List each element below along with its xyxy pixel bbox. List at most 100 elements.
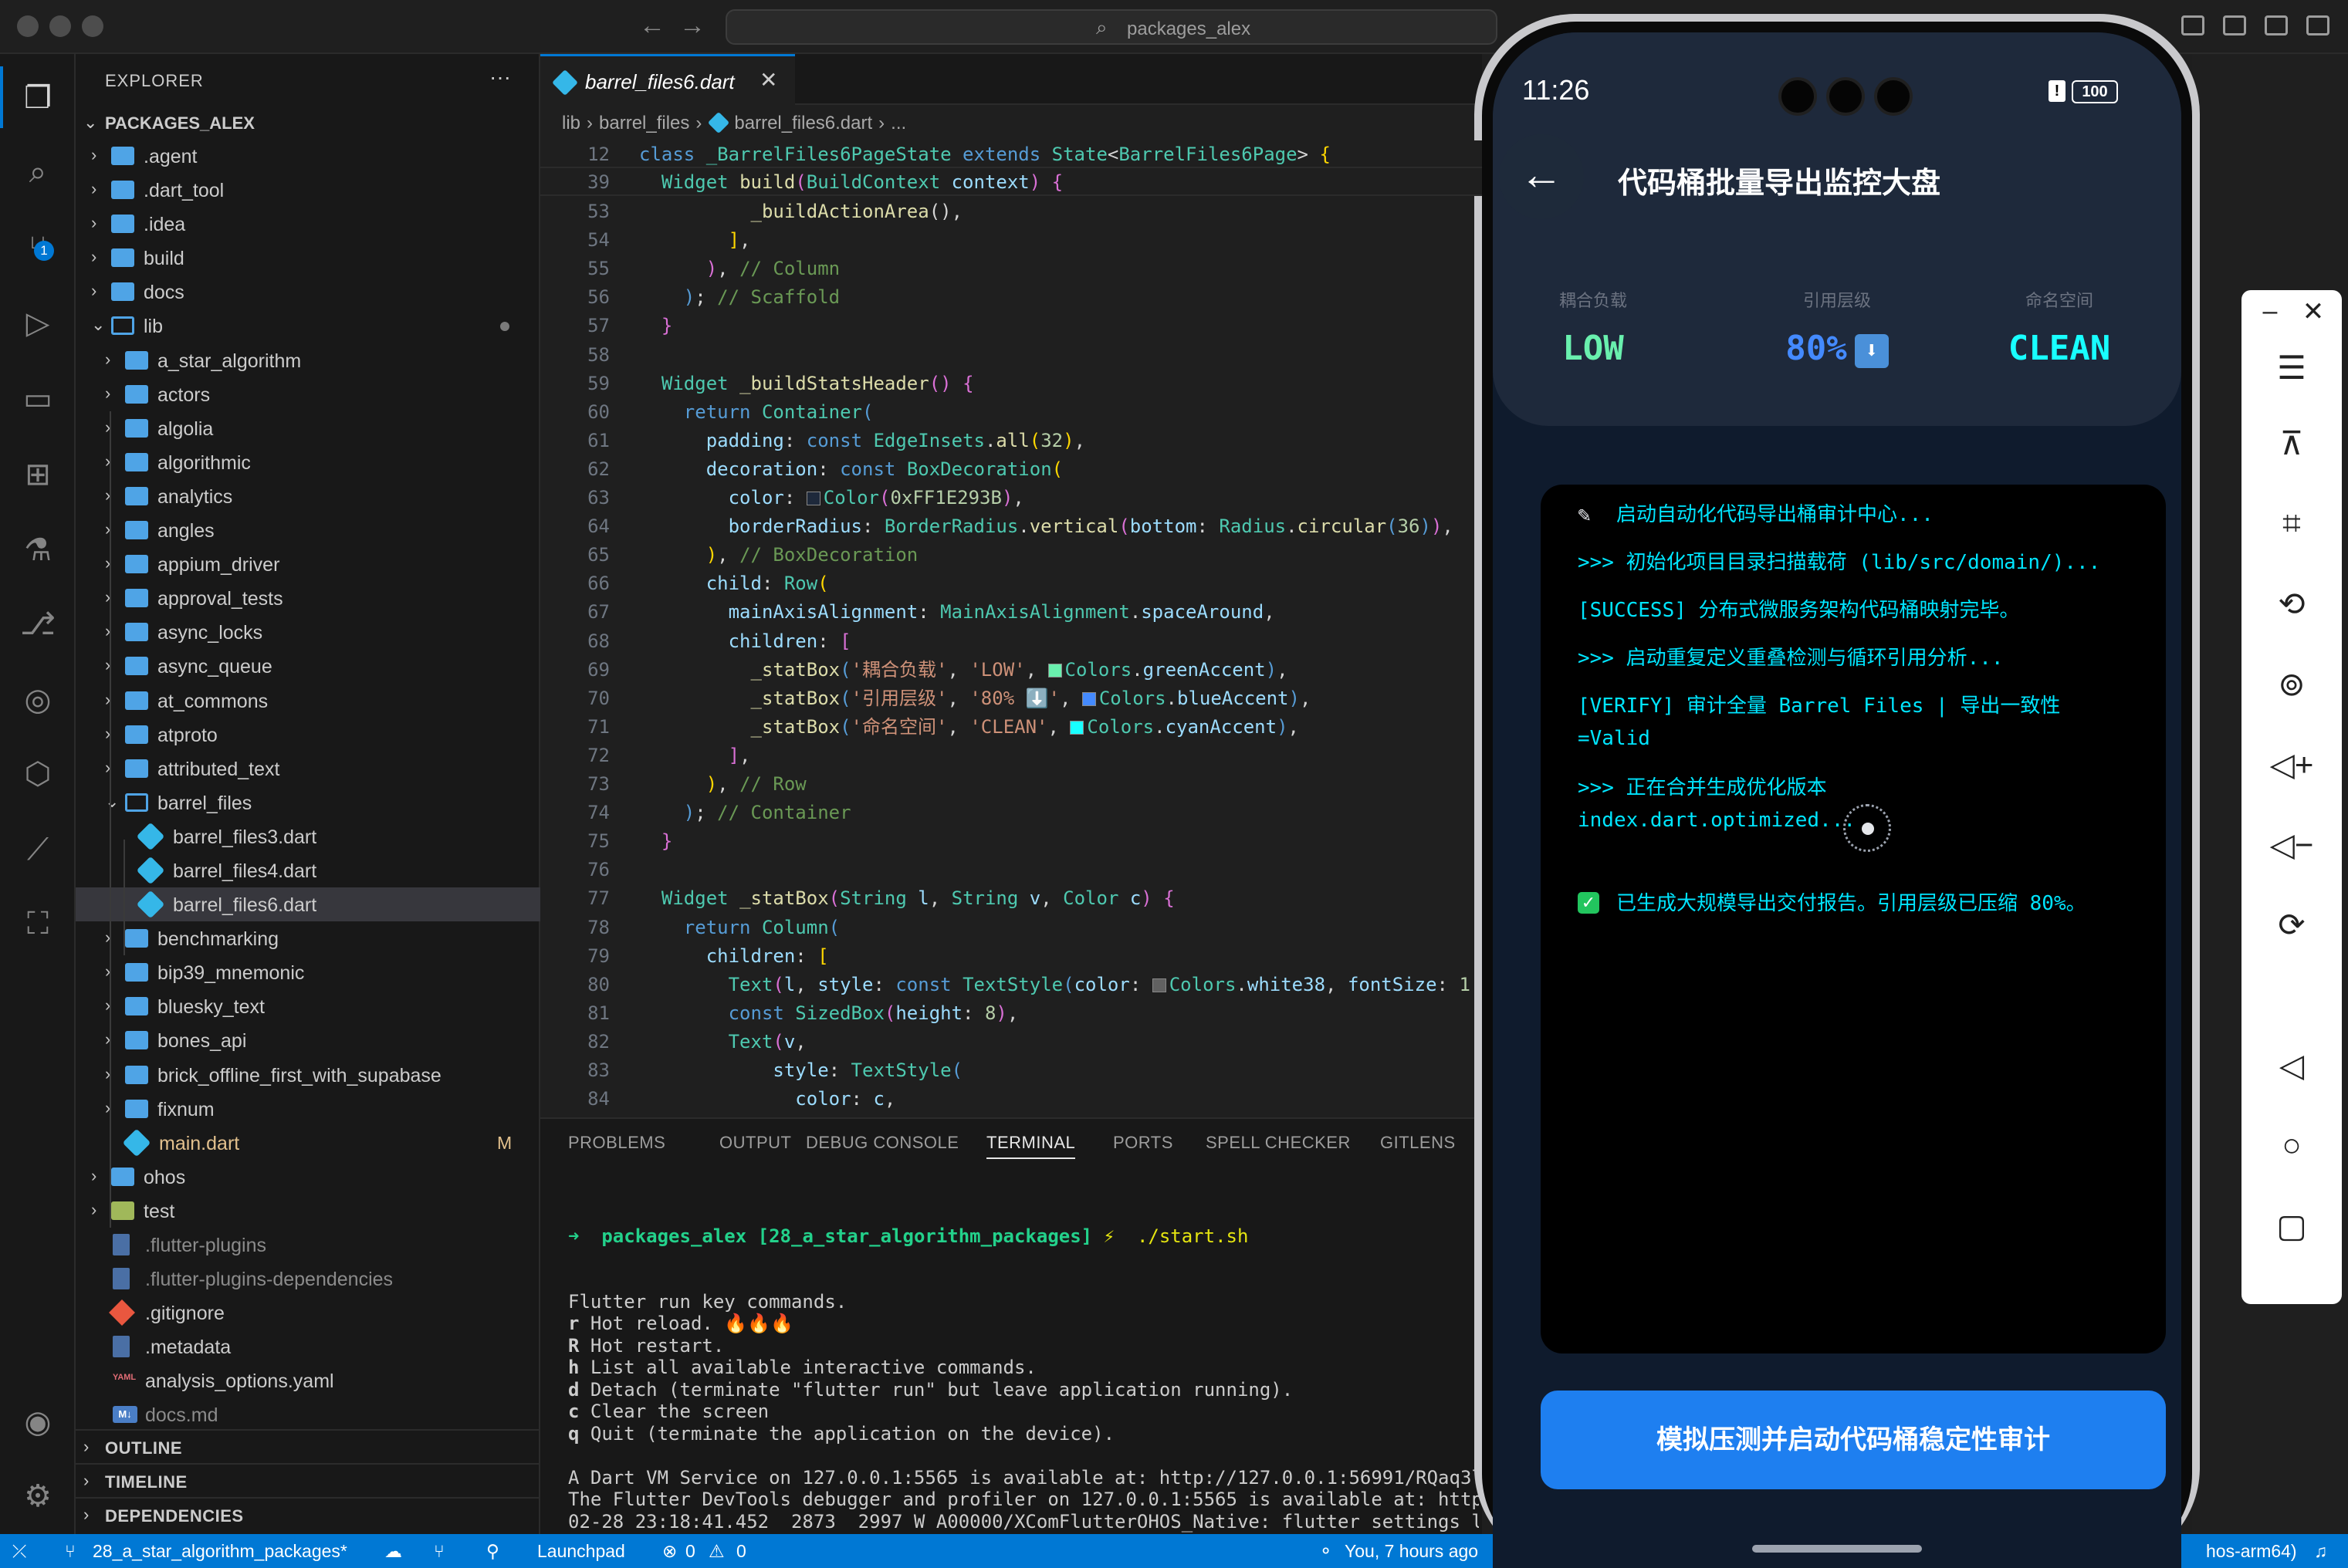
tree-file-item[interactable]: YAML analysis_options.yaml (76, 1364, 540, 1397)
code-line[interactable]: 80 Text(l, style: const TextStyle(color:… (540, 971, 1482, 999)
tab-ports[interactable]: PORTS (1113, 1133, 1173, 1153)
tab-problems[interactable]: PROBLEMS (568, 1133, 665, 1153)
fold-device-icon[interactable]: ⟳ (2241, 906, 2342, 944)
code-line[interactable]: 64 borderRadius: BorderRadius.vertical(b… (540, 512, 1482, 540)
code-line[interactable]: 68 children: [ (540, 627, 1482, 655)
remote-indicator[interactable]: ⤫ (12, 1541, 26, 1562)
ocr-scan-icon[interactable]: ⛶ (17, 903, 59, 945)
tree-folder-item[interactable]: › at_commons (76, 684, 540, 718)
workspace-root[interactable]: ⌄ PACKAGES_ALEX (76, 106, 540, 139)
error-count[interactable]: 0 (685, 1541, 695, 1562)
tab-terminal[interactable]: TERMINAL (986, 1133, 1076, 1159)
recents-nav-icon[interactable]: ▢ (2241, 1207, 2342, 1245)
tree-folder-item[interactable]: › bip39_mnemonic (76, 955, 540, 989)
tree-folder-item[interactable]: › appium_driver (76, 547, 540, 581)
tree-folder-item[interactable]: ⌄ barrel_files (76, 786, 540, 819)
code-line[interactable]: 60 return Container( (540, 398, 1482, 426)
tree-folder-item[interactable]: › actors (76, 377, 540, 411)
tab-spell-checker[interactable]: SPELL CHECKER (1206, 1133, 1351, 1153)
back-arrow-icon[interactable]: ← (1499, 134, 1584, 219)
code-line[interactable]: 61 padding: const EdgeInsets.all(32), (540, 427, 1482, 455)
tab-gitlens[interactable]: GITLENS (1380, 1133, 1456, 1153)
tree-folder-item[interactable]: › brick_offline_first_with_supabase (76, 1058, 540, 1092)
warning-count[interactable]: 0 (736, 1541, 746, 1562)
tree-file-item[interactable]: main.dart M (76, 1126, 540, 1160)
back-nav-icon[interactable]: ◁ (2241, 1046, 2342, 1084)
timeline-section[interactable]: › TIMELINE (76, 1463, 540, 1497)
close-tab-icon[interactable]: ✕ (760, 67, 777, 93)
location-icon[interactable]: ⊚ (2241, 665, 2342, 703)
settings-gear-icon[interactable]: ⚙ (17, 1475, 59, 1517)
explorer-more-actions[interactable]: ··· (489, 65, 511, 90)
breadcrumb-item[interactable]: barrel_files (599, 113, 689, 133)
minimize-window-button[interactable] (49, 15, 71, 37)
explorer-icon[interactable]: ❐ (17, 77, 59, 119)
code-line[interactable]: 79 children: [ (540, 942, 1482, 970)
tree-folder-item[interactable]: › .idea (76, 207, 540, 241)
home-indicator[interactable] (1752, 1545, 1922, 1553)
code-line[interactable]: 54 ], (540, 226, 1482, 254)
toggle-secondary-sidebar-icon[interactable] (2265, 15, 2288, 35)
code-line[interactable]: 77 Widget _statBox(String l, String v, C… (540, 884, 1482, 912)
git-blame[interactable]: You, 7 hours ago (1345, 1541, 1478, 1562)
extensions-icon[interactable]: ⊞ (17, 454, 59, 495)
tree-folder-item[interactable]: › ohos (76, 1160, 540, 1194)
remote-explorer-icon[interactable]: ▭ (17, 378, 59, 420)
device-platform[interactable]: hos-arm64) (2206, 1541, 2297, 1562)
code-line[interactable]: 72 ], (540, 742, 1482, 769)
tree-folder-item[interactable]: › bluesky_text (76, 989, 540, 1023)
tree-file-item[interactable]: .metadata (76, 1330, 540, 1364)
code-line[interactable]: 75 } (540, 827, 1482, 855)
menu-icon[interactable]: ☰ (2241, 349, 2342, 387)
breadcrumb-item[interactable]: barrel_files6.dart (734, 113, 872, 133)
code-line[interactable]: 81 const SizedBox(height: 8), (540, 999, 1482, 1027)
home-nav-icon[interactable]: ○ (2241, 1127, 2342, 1164)
git-graph-status-icon[interactable]: ⑂ (434, 1541, 445, 1562)
dependencies-section[interactable]: › DEPENDENCIES (76, 1497, 540, 1531)
tree-folder-item[interactable]: › atproto (76, 718, 540, 752)
terminal-output[interactable]: ➜ packages_alex [28_a_star_algorithm_pac… (568, 1182, 1479, 1568)
code-line[interactable]: 56 ); // Scaffold (540, 283, 1482, 311)
close-window-button[interactable] (17, 15, 39, 37)
breadcrumb-item[interactable]: lib (562, 113, 580, 133)
pin-top-icon[interactable]: ⊼ (2241, 424, 2342, 462)
tree-folder-item[interactable]: › approval_tests (76, 581, 540, 615)
code-editor[interactable]: 12 class _BarrelFiles6PageState extends S… (540, 140, 1482, 1117)
tree-folder-item[interactable]: › algolia (76, 411, 540, 445)
tree-folder-item[interactable]: ⌄ lib (76, 309, 540, 343)
code-line[interactable]: 71 _statBox('命名空间', 'CLEAN', Colors.cyan… (540, 713, 1482, 741)
tree-folder-item[interactable]: › test (76, 1194, 540, 1228)
code-line[interactable]: 82 Text(v, (540, 1028, 1482, 1056)
customize-layout-icon[interactable] (2306, 15, 2329, 35)
branch-name[interactable]: 28_a_star_algorithm_packages* (93, 1541, 347, 1562)
code-line[interactable]: 62 decoration: const BoxDecoration( (540, 455, 1482, 483)
code-line[interactable]: 53 _buildActionArea(), (540, 198, 1482, 225)
code-line[interactable]: 57 } (540, 312, 1482, 340)
crop-screenshot-icon[interactable]: ⌗ (2241, 505, 2342, 542)
toggle-sidebar-icon[interactable] (2181, 15, 2204, 35)
code-line[interactable]: 66 child: Row( (540, 569, 1482, 597)
toggle-panel-icon[interactable] (2223, 15, 2246, 35)
search-icon[interactable]: ⌕ (17, 151, 59, 193)
code-line[interactable]: 78 return Column( (540, 914, 1482, 941)
code-line[interactable]: 59 Widget _buildStatsHeader() { (540, 370, 1482, 397)
tree-file-item[interactable]: .gitignore (76, 1296, 540, 1330)
launchpad-label[interactable]: Launchpad (537, 1541, 625, 1562)
code-line[interactable]: 65 ), // BoxDecoration (540, 541, 1482, 569)
close-icon[interactable]: ✕ (2263, 296, 2348, 327)
code-line[interactable]: 55 ), // Column (540, 255, 1482, 282)
code-line[interactable]: 69 _statBox('耦合负载', 'LOW', Colors.greenA… (540, 656, 1482, 684)
tree-folder-item[interactable]: › angles (76, 513, 540, 547)
run-debug-icon[interactable]: ▷ (17, 302, 59, 344)
volume-down-icon[interactable]: ◁− (2241, 826, 2342, 863)
tree-folder-item[interactable]: › benchmarking (76, 921, 540, 955)
tree-file-item[interactable]: .flutter-plugins (76, 1228, 540, 1262)
tree-file-item[interactable]: .flutter-plugins-dependencies (76, 1262, 540, 1296)
tree-folder-item[interactable]: › fixnum (76, 1092, 540, 1126)
code-line[interactable]: 70 _statBox('引用层级', '80% ⬇️', Colors.blu… (540, 684, 1482, 712)
tree-folder-item[interactable]: › async_locks (76, 615, 540, 649)
tree-folder-item[interactable]: › analytics (76, 479, 540, 513)
tree-file-item[interactable]: barrel_files3.dart (76, 819, 540, 853)
outline-section[interactable]: › OUTLINE (76, 1429, 540, 1463)
code-line[interactable]: 58 (540, 341, 1482, 369)
